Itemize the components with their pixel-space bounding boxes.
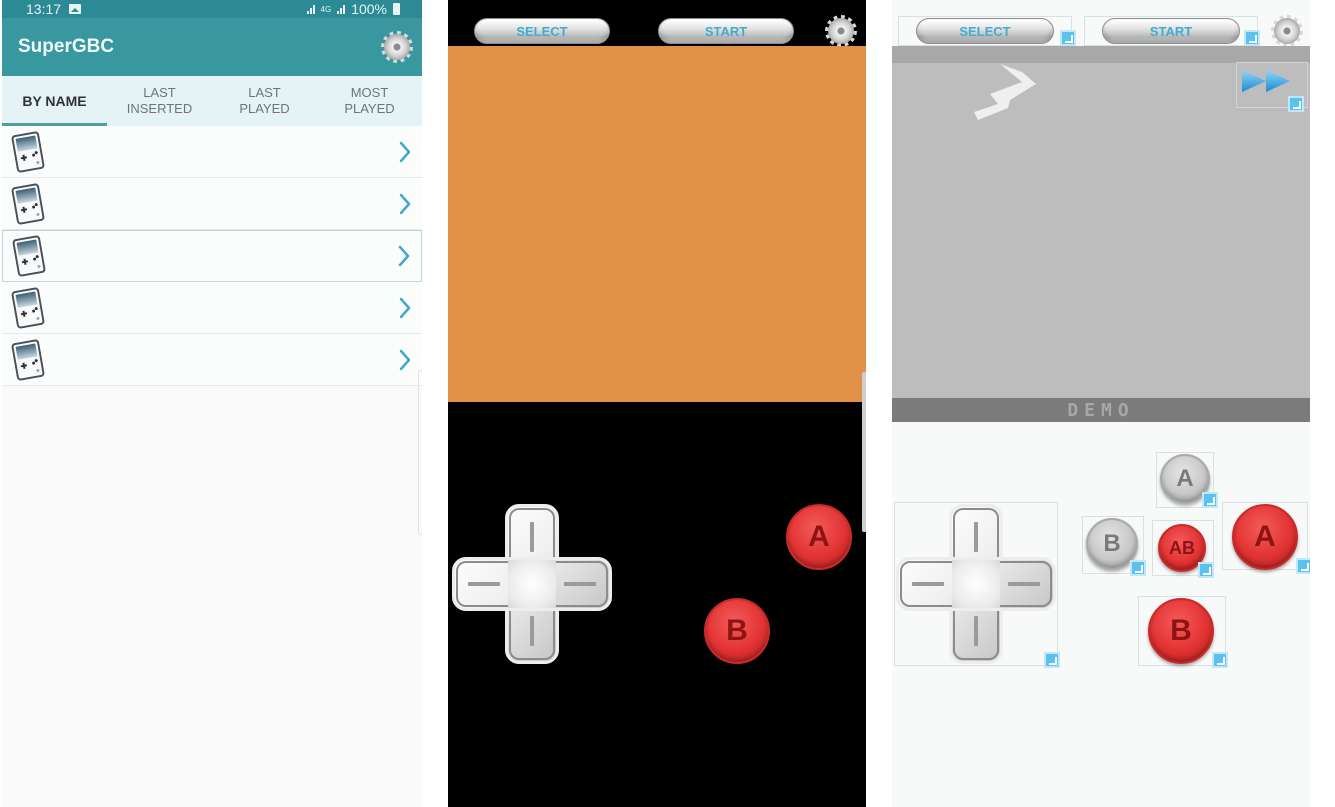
rom-list-screen: 13:17 4G 100% SuperGBC BY NAME LAST INSE… [2, 0, 422, 807]
tab-last-played[interactable]: LAST PLAYED [212, 76, 317, 126]
active-tab-indicator [2, 123, 107, 126]
a-button[interactable]: A [786, 504, 852, 570]
rom-list-item[interactable] [2, 282, 422, 334]
tab-label: BY NAME [22, 93, 87, 109]
rom-list-item[interactable] [2, 126, 422, 178]
tab-label: LAST PLAYED [239, 85, 290, 116]
select-button[interactable]: SELECT [474, 18, 610, 44]
a-resize-handle[interactable] [1296, 558, 1310, 574]
dpad-up-mark [974, 522, 978, 552]
layout-editor-screen: SELECT START DEMO A B AB A B [892, 0, 1310, 807]
select-resize-handle[interactable] [1060, 30, 1076, 46]
dpad-right-mark [1008, 582, 1040, 586]
turbo-b-label: B [1103, 530, 1121, 557]
signal-icon [306, 4, 315, 14]
ab-resize-handle[interactable] [1198, 562, 1214, 578]
dpad-right-mark [564, 582, 596, 586]
gameboy-icon [11, 130, 45, 173]
select-label: SELECT [516, 23, 568, 39]
b-label: B [1170, 614, 1192, 647]
dpad[interactable] [452, 504, 612, 664]
side-panel-handle[interactable] [418, 370, 422, 535]
dpad[interactable] [896, 504, 1056, 664]
start-resize-handle[interactable] [1244, 30, 1260, 46]
gameboy-icon [11, 182, 45, 225]
gear-icon [381, 31, 413, 63]
chevron-right-icon [399, 297, 411, 318]
tab-label: LAST INSERTED [126, 85, 193, 116]
emulator-top-bar: SELECT START [448, 0, 866, 47]
app-bar: SuperGBC [2, 18, 422, 76]
signal-icon-2 [337, 4, 346, 14]
start-button[interactable]: START [658, 18, 794, 44]
game-logo-sprite [974, 64, 1036, 120]
rom-list-item[interactable] [2, 178, 422, 230]
chevron-right-icon [398, 245, 410, 267]
display-top-band [892, 46, 1310, 63]
status-bar: 13:17 4G 100% [2, 0, 422, 18]
settings-button[interactable] [381, 31, 413, 63]
a-label: A [1254, 520, 1276, 553]
chevron-right-icon [399, 349, 411, 370]
chevron-right-icon [399, 141, 411, 162]
emulator-screen: SELECT START A B [448, 0, 866, 807]
emulator-settings-button[interactable] [825, 15, 857, 47]
gameboy-icon [12, 235, 46, 277]
dpad-center [952, 560, 1000, 608]
a-label: A [808, 520, 830, 553]
gallery-notification-icon [69, 4, 82, 14]
b-button[interactable]: B [704, 598, 770, 664]
turbo-b-resize-handle[interactable] [1130, 560, 1146, 576]
ab-label: AB [1169, 537, 1195, 558]
status-time: 13:17 [26, 1, 62, 17]
b-resize-handle[interactable] [1212, 652, 1228, 668]
demo-text: DEMO [1067, 399, 1135, 421]
dpad-left-mark [468, 582, 500, 586]
tab-last-inserted[interactable]: LAST INSERTED [107, 76, 212, 126]
start-label: START [704, 23, 748, 39]
editor-top-bar: SELECT START [892, 0, 1310, 47]
demo-bar: DEMO [892, 398, 1310, 422]
fast-forward-resize-handle[interactable] [1288, 96, 1304, 112]
chevron-right-icon [399, 193, 411, 214]
tab-by-name[interactable]: BY NAME [2, 76, 107, 126]
rom-list-item[interactable] [2, 230, 422, 282]
rom-list [2, 126, 422, 386]
turbo-a-resize-handle[interactable] [1202, 492, 1218, 508]
dpad-down-mark [530, 616, 534, 646]
gameboy-icon [11, 338, 45, 381]
network-type: 4G [320, 4, 332, 14]
tab-most-played[interactable]: MOST PLAYED [317, 76, 422, 126]
edge-scroll-handle[interactable] [862, 372, 866, 532]
tab-label: MOST PLAYED [344, 85, 395, 116]
editor-settings-button[interactable] [1271, 15, 1303, 47]
dpad-up-mark [530, 522, 534, 552]
game-display-preview: DEMO [892, 46, 1310, 422]
dpad-resize-handle[interactable] [1044, 652, 1060, 668]
select-button[interactable]: SELECT [916, 18, 1054, 44]
turbo-a-label: A [1176, 465, 1194, 492]
dpad-left-mark [912, 582, 944, 586]
fast-forward-icon[interactable] [1240, 66, 1296, 96]
game-display [448, 46, 866, 402]
gear-icon [825, 15, 857, 47]
gear-icon [1271, 15, 1303, 47]
b-button[interactable]: B [1148, 598, 1214, 664]
rom-list-item[interactable] [2, 334, 422, 386]
gameboy-icon [11, 286, 45, 329]
dpad-center [508, 560, 556, 608]
app-title: SuperGBC [18, 36, 115, 57]
battery-percent: 100% [351, 1, 387, 17]
a-button[interactable]: A [1232, 504, 1298, 570]
b-label: B [726, 614, 748, 647]
battery-icon [393, 3, 400, 15]
sort-tabs: BY NAME LAST INSERTED LAST PLAYED MOST P… [2, 76, 422, 126]
start-button[interactable]: START [1102, 18, 1240, 44]
select-label: SELECT [959, 23, 1011, 39]
dpad-down-mark [974, 616, 978, 646]
start-label: START [1149, 23, 1193, 39]
